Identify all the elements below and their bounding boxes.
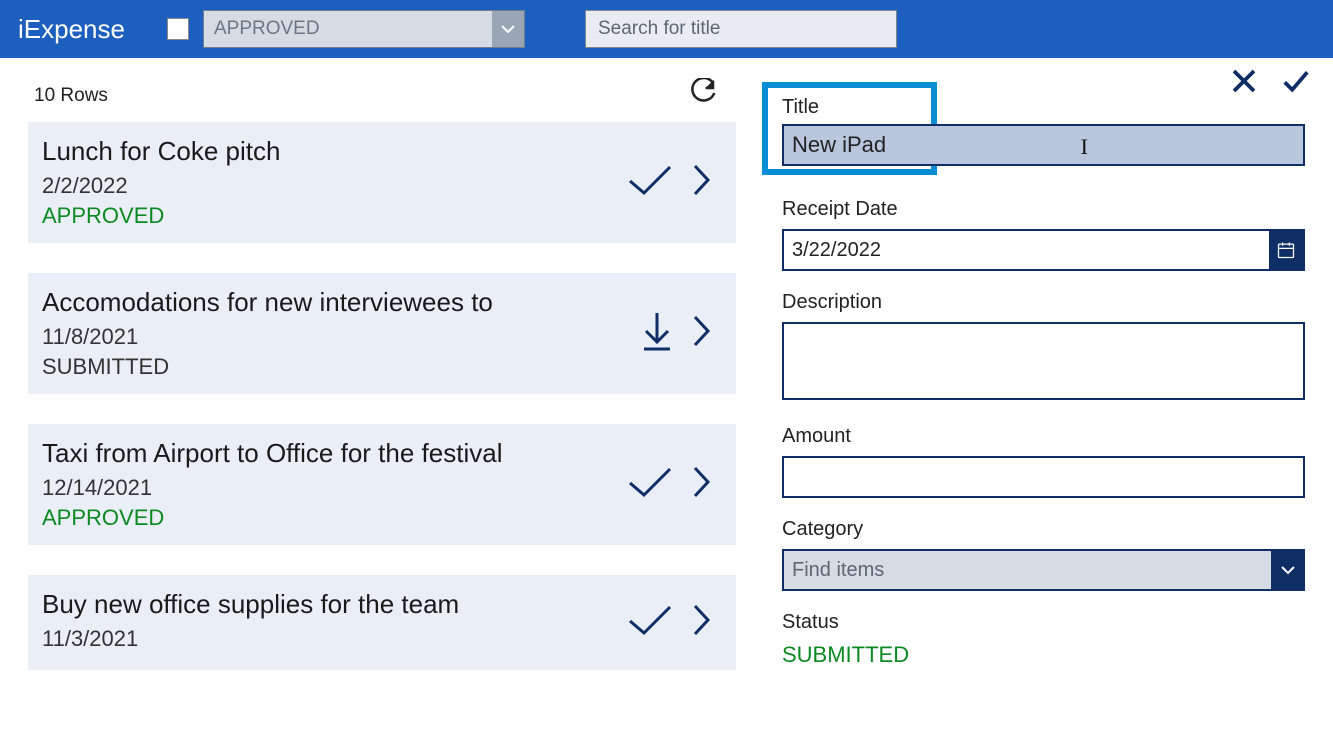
- list-item-title: Accomodations for new interviewees to: [42, 287, 640, 318]
- refresh-icon[interactable]: [688, 78, 718, 114]
- check-icon[interactable]: [626, 163, 674, 202]
- chevron-down-icon: [492, 11, 524, 47]
- filter-dropdown-value: APPROVED: [214, 18, 320, 40]
- list-item-date: 2/2/2022: [42, 173, 626, 199]
- description-input[interactable]: [782, 322, 1305, 400]
- list-item-text: Buy new office supplies for the team 11/3…: [42, 589, 626, 656]
- search-input[interactable]: Search for title: [585, 10, 897, 48]
- main-content: 10 Rows Lunch for Coke pitch 2/2/2022 APPR…: [0, 58, 1333, 730]
- download-icon[interactable]: [640, 311, 674, 356]
- category-dropdown[interactable]: Find items: [782, 549, 1305, 591]
- list-item-actions: [626, 465, 718, 504]
- list-item[interactable]: Buy new office supplies for the team 11/3…: [28, 575, 736, 670]
- category-label: Category: [782, 518, 1305, 541]
- amount-input[interactable]: [782, 456, 1305, 498]
- list-item[interactable]: Accomodations for new interviewees to 11/…: [28, 273, 736, 394]
- status-field-group: Status SUBMITTED: [782, 611, 1305, 668]
- title-label: Title: [782, 96, 917, 119]
- list-item-status: APPROVED: [42, 505, 626, 531]
- list-item-text: Accomodations for new interviewees to 11/…: [42, 287, 640, 380]
- category-field-group: Category Find items: [782, 518, 1305, 591]
- list-item-status: SUBMITTED: [42, 354, 640, 380]
- list-item-status: APPROVED: [42, 203, 626, 229]
- date-input[interactable]: [782, 229, 1305, 271]
- list-item-actions: [640, 311, 718, 356]
- description-label: Description: [782, 291, 1305, 314]
- list-item-text: Taxi from Airport to Office for the fest…: [42, 438, 626, 531]
- category-placeholder: Find items: [782, 549, 1271, 591]
- list-item-title: Buy new office supplies for the team: [42, 589, 626, 620]
- expense-list-pane: 10 Rows Lunch for Coke pitch 2/2/2022 APPR…: [0, 58, 742, 730]
- filter-dropdown[interactable]: APPROVED: [203, 10, 525, 48]
- detail-form-pane: Title New iPad I Receipt Date Descriptio…: [742, 58, 1333, 730]
- list-item-title: Lunch for Coke pitch: [42, 136, 626, 167]
- list-item-text: Lunch for Coke pitch 2/2/2022 APPROVED: [42, 136, 626, 229]
- list-item-date: 11/8/2021: [42, 324, 640, 350]
- search-placeholder: Search for title: [598, 18, 721, 40]
- list-item-title: Taxi from Airport to Office for the fest…: [42, 438, 626, 469]
- chevron-right-icon[interactable]: [692, 603, 712, 642]
- list-item-date: 11/3/2021: [42, 626, 626, 652]
- date-field-group: Receipt Date: [782, 198, 1305, 271]
- title-input[interactable]: New iPad I: [782, 124, 1305, 166]
- expense-list: Lunch for Coke pitch 2/2/2022 APPROVED Acco…: [28, 122, 742, 700]
- chevron-down-icon: [1271, 549, 1305, 591]
- list-header: 10 Rows: [28, 58, 742, 122]
- chevron-right-icon[interactable]: [692, 465, 712, 504]
- status-label: Status: [782, 611, 1305, 634]
- status-value: SUBMITTED: [782, 642, 1305, 668]
- calendar-icon[interactable]: [1269, 231, 1303, 269]
- list-item[interactable]: Lunch for Coke pitch 2/2/2022 APPROVED: [28, 122, 736, 243]
- date-label: Receipt Date: [782, 198, 1305, 221]
- text-cursor-icon: I: [1081, 134, 1088, 160]
- list-item-actions: [626, 603, 718, 642]
- filter-checkbox[interactable]: [167, 18, 189, 40]
- description-field-group: Description: [782, 291, 1305, 405]
- chevron-right-icon[interactable]: [692, 314, 712, 353]
- check-icon[interactable]: [626, 603, 674, 642]
- list-item[interactable]: Taxi from Airport to Office for the fest…: [28, 424, 736, 545]
- app-header: iExpense APPROVED Search for title: [0, 0, 1333, 58]
- amount-label: Amount: [782, 425, 1305, 448]
- check-icon[interactable]: [626, 465, 674, 504]
- list-item-date: 12/14/2021: [42, 475, 626, 501]
- app-title: iExpense: [18, 14, 125, 45]
- chevron-right-icon[interactable]: [692, 163, 712, 202]
- amount-field-group: Amount: [782, 425, 1305, 498]
- title-input-value: New iPad: [792, 132, 886, 158]
- list-item-actions: [626, 163, 718, 202]
- row-count-label: 10 Rows: [34, 85, 108, 107]
- title-field-group: Title New iPad I: [782, 82, 1305, 178]
